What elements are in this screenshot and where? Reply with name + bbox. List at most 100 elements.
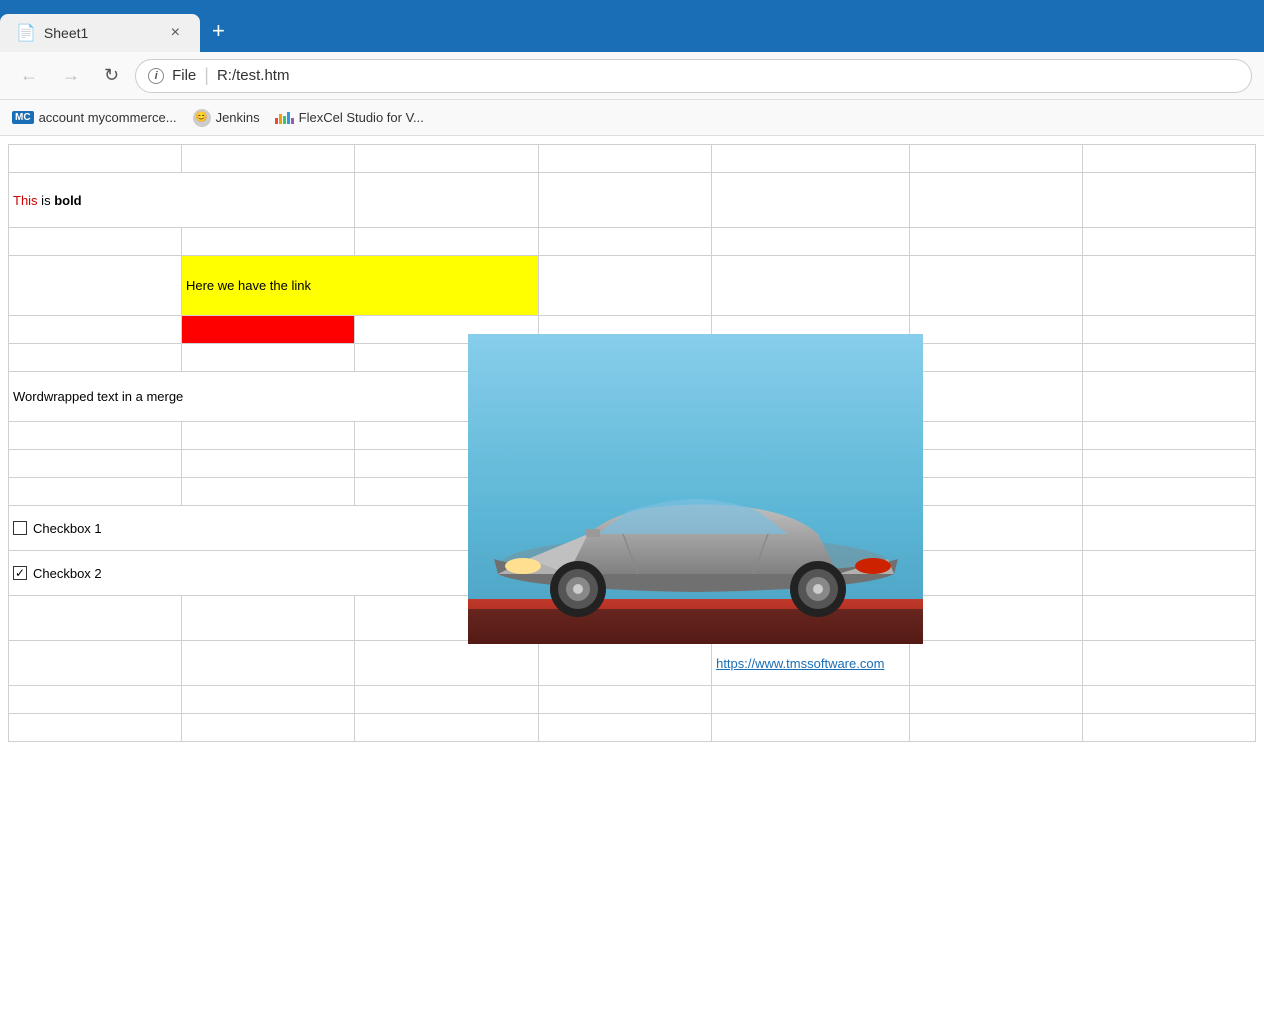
- cell-g13: [1082, 596, 1255, 641]
- red-cell: [181, 316, 354, 344]
- cell-f7: [910, 372, 1083, 422]
- browser-window: 📄 Sheet1 × + ← → ↻ i File | R:/test.htm …: [0, 0, 1264, 1026]
- cell-b14: [181, 641, 354, 686]
- cell-c15: [354, 686, 538, 714]
- cell-g6: [1082, 344, 1255, 372]
- cell-g15: [1082, 686, 1255, 714]
- checkbox2-cell: ✓ Checkbox 2: [9, 551, 539, 596]
- cell-e4: [712, 256, 910, 316]
- bold-text-cell: This is bold: [9, 173, 355, 228]
- cell-d16: [539, 714, 712, 742]
- tab-file-icon: 📄: [16, 23, 36, 43]
- cell-b8: [181, 422, 354, 450]
- cell-g1: [1082, 145, 1255, 173]
- table-row: https://www.tmssoftware.com: [9, 641, 1256, 686]
- cell-a9: [9, 450, 182, 478]
- cell-f1: [910, 145, 1083, 173]
- cell-e2: [712, 173, 910, 228]
- reload-button[interactable]: ↻: [96, 61, 127, 90]
- spreadsheet-wrapper: This is bold: [8, 144, 1256, 742]
- cell-a10: [9, 478, 182, 506]
- cell-e15: [712, 686, 910, 714]
- cell-f4: [910, 256, 1083, 316]
- checkbox2-label: Checkbox 2: [33, 566, 102, 581]
- cell-g12: [1082, 551, 1255, 596]
- car-image-inner: [468, 334, 923, 644]
- cell-b6: [181, 344, 354, 372]
- hyperlink-url[interactable]: https://www.tmssoftware.com: [716, 656, 884, 671]
- cell-f11: [910, 506, 1083, 551]
- cell-a1: [9, 145, 182, 173]
- hyperlink-url-cell[interactable]: https://www.tmssoftware.com: [712, 641, 910, 686]
- wordwrap-cell: Wordwrapped text in a merge: [9, 372, 539, 422]
- address-bar[interactable]: i File | R:/test.htm: [135, 59, 1252, 93]
- cell-f9: [910, 450, 1083, 478]
- bookmark-flexcel[interactable]: FlexCel Studio for V...: [276, 109, 424, 127]
- checkbox2-box[interactable]: ✓: [13, 566, 27, 580]
- cell-g16: [1082, 714, 1255, 742]
- cell-g2: [1082, 173, 1255, 228]
- cell-f3: [910, 228, 1083, 256]
- link-cell: Here we have the link: [181, 256, 538, 316]
- cell-g11: [1082, 506, 1255, 551]
- cell-c2: [354, 173, 538, 228]
- cell-d2: [539, 173, 712, 228]
- cell-a14: [9, 641, 182, 686]
- info-icon: i: [148, 68, 164, 84]
- cell-f12: [910, 551, 1083, 596]
- cell-c3: [354, 228, 538, 256]
- cell-c1: [354, 145, 538, 173]
- table-row: [9, 686, 1256, 714]
- spreadsheet-content: This is bold: [0, 136, 1264, 1026]
- bookmark-jenkins-label: Jenkins: [216, 110, 260, 125]
- cell-a13: [9, 596, 182, 641]
- cell-f6: [910, 344, 1083, 372]
- active-tab[interactable]: 📄 Sheet1 ×: [0, 14, 200, 52]
- cell-g5: [1082, 316, 1255, 344]
- bookmark-jenkins[interactable]: 😊 Jenkins: [193, 109, 260, 127]
- table-row: [9, 228, 1256, 256]
- cell-f5: [910, 316, 1083, 344]
- bookmarks-bar: MC account mycommerce... 😊 Jenkins FlexC…: [0, 100, 1264, 136]
- wordwrap-text: Wordwrapped text in a merge: [13, 389, 183, 404]
- car-svg: [468, 334, 923, 644]
- bold-text-connector: is: [38, 193, 55, 208]
- bold-text-bold: bold: [54, 193, 81, 208]
- mc-icon: MC: [12, 111, 34, 124]
- cell-b13: [181, 596, 354, 641]
- cell-d4: [539, 256, 712, 316]
- link-cell-text: Here we have the link: [186, 278, 311, 293]
- address-url: R:/test.htm: [217, 67, 290, 84]
- table-row: [9, 714, 1256, 742]
- tab-close-button[interactable]: ×: [167, 22, 184, 44]
- new-tab-button[interactable]: +: [200, 14, 237, 48]
- forward-button[interactable]: →: [54, 61, 88, 90]
- cell-e3: [712, 228, 910, 256]
- checkbox1-label: Checkbox 1: [33, 521, 102, 536]
- table-row: [9, 145, 1256, 173]
- cell-b1: [181, 145, 354, 173]
- cell-f13: [910, 596, 1083, 641]
- cell-b9: [181, 450, 354, 478]
- checkbox1-box[interactable]: [13, 521, 27, 535]
- cell-d1: [539, 145, 712, 173]
- bookmark-mc[interactable]: MC account mycommerce...: [12, 110, 177, 125]
- back-button[interactable]: ←: [12, 61, 46, 90]
- cell-d15: [539, 686, 712, 714]
- cell-a4: [9, 256, 182, 316]
- cell-g3: [1082, 228, 1255, 256]
- table-row: This is bold: [9, 173, 1256, 228]
- cell-g8: [1082, 422, 1255, 450]
- cell-a16: [9, 714, 182, 742]
- cell-f8: [910, 422, 1083, 450]
- cell-a6: [9, 344, 182, 372]
- cell-b10: [181, 478, 354, 506]
- cell-c14: [354, 641, 538, 686]
- cell-b15: [181, 686, 354, 714]
- checkbox1-container: Checkbox 1: [13, 521, 534, 536]
- cell-a5: [9, 316, 182, 344]
- bookmark-flexcel-label: FlexCel Studio for V...: [299, 110, 424, 125]
- checkbox2-container: ✓ Checkbox 2: [13, 566, 534, 581]
- tab-bar: 📄 Sheet1 × +: [0, 0, 1264, 52]
- cell-d14: [539, 641, 712, 686]
